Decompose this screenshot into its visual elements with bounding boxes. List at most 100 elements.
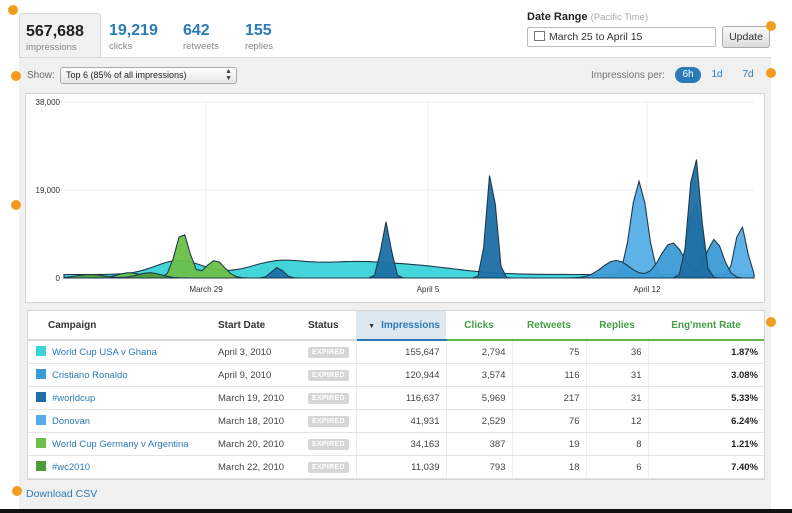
y-tick-label: 19,000 [36,186,61,195]
x-tick-label: April 5 [417,285,440,294]
retweets-count: 642 [183,22,210,39]
campaign-link[interactable]: World Cup Germany v Argentina [52,439,189,450]
engagement-rate-cell: 1.21% [647,432,764,456]
campaign-link[interactable]: Cristiano Ronaldo [52,370,128,381]
impressions-chart-svg: 38,000 19,000 0 March 29 April 5 April 12 [36,98,755,294]
series-color-swatch [36,461,46,471]
replies-cell: 8 [585,432,648,456]
replies-cell: 36 [585,340,648,364]
header-impressions-label: Impressions [381,319,440,331]
calendar-icon [534,31,545,41]
campaign-cell: World Cup USA v Ghana [28,340,212,364]
start-date-cell: March 19, 2010 [212,386,302,410]
campaign-table: Campaign Start Date Status ▼ Impressions … [27,310,765,480]
header-engagement-rate[interactable]: Eng'ment Rate [648,311,764,341]
header-start-date[interactable]: Start Date [212,311,302,341]
annotation-dot [11,200,21,210]
annotation-dot [766,317,776,327]
start-date-cell: April 3, 2010 [212,340,302,364]
bottom-bar [0,509,792,513]
status-badge: EXPIRED [308,347,349,358]
clicks-cell: 793 [445,455,512,479]
download-csv-link[interactable]: Download CSV [26,488,97,500]
start-date-cell: March 22, 2010 [212,455,302,479]
start-date-cell: March 18, 2010 [212,409,302,433]
retweets-cell: 19 [511,432,586,456]
table-row: #wc2010 March 22, 2010 EXPIRED 11,039 793 18 6… [28,455,764,479]
status-badge: EXPIRED [308,439,349,450]
y-tick-label: 38,000 [36,98,61,107]
tab-clicks[interactable]: 19,219 clicks [109,13,158,57]
campaign-link[interactable]: Donovan [52,416,90,427]
table-row: Cristiano Ronaldo April 9, 2010 EXPIRED 120… [28,363,764,387]
x-tick-label: March 29 [189,285,223,294]
date-range-value: March 25 to April 15 [549,31,643,43]
series-color-swatch [36,415,46,425]
clicks-cell: 5,969 [445,386,512,410]
interval-6h-button[interactable]: 6h [675,67,701,83]
x-tick-label: April 12 [633,285,661,294]
annotation-dot [766,68,776,78]
show-select-value: Top 6 (85% of all impressions) [66,70,187,80]
date-range-label: Date Range [527,11,588,23]
impressions-cell: 116,637 [355,386,446,410]
header-status[interactable]: Status [302,311,356,341]
status-cell: EXPIRED [302,340,356,364]
tab-impressions[interactable]: 567,688 impressions [19,13,101,58]
header-impressions[interactable]: ▼ Impressions [356,311,446,341]
engagement-rate-cell: 7.40% [647,455,764,479]
date-range-input[interactable]: March 25 to April 15 [527,27,716,47]
campaign-link[interactable]: World Cup USA v Ghana [52,347,157,358]
retweets-cell: 75 [511,340,586,364]
update-button[interactable]: Update [722,26,770,48]
impressions-cell: 34,163 [355,432,446,456]
campaign-link[interactable]: #worldcup [52,393,95,404]
impressions-count: 567,688 [26,23,84,40]
table-row: World Cup USA v Ghana April 3, 2010 EXPIRE… [28,340,764,364]
campaign-link[interactable]: #wc2010 [52,462,90,473]
header-clicks[interactable]: Clicks [446,311,512,341]
replies-count: 155 [245,22,272,39]
interval-1d-button[interactable]: 1d [709,67,725,83]
clicks-cell: 2,794 [445,340,512,364]
impressions-cell: 41,931 [355,409,446,433]
impressions-cell: 120,944 [355,363,446,387]
annotation-dot [766,21,776,31]
status-badge: EXPIRED [308,393,349,404]
series-color-swatch [36,369,46,379]
tab-replies[interactable]: 155 replies [245,13,273,57]
table-row: World Cup Germany v Argentina March 20, 2… [28,432,764,456]
header-replies[interactable]: Replies [586,311,648,341]
status-badge: EXPIRED [308,462,349,473]
timezone-label: (Pacific Time) [590,12,649,23]
clicks-cell: 2,529 [445,409,512,433]
replies-cell: 31 [585,386,648,410]
interval-7d-button[interactable]: 7d [740,67,756,83]
header-campaign[interactable]: Campaign [28,311,212,341]
clicks-cell: 3,574 [445,363,512,387]
campaign-cell: #worldcup [28,386,212,410]
analytics-dashboard: 567,688 impressions 19,219 clicks 642 re… [0,0,792,513]
tab-retweets[interactable]: 642 retweets [183,13,219,57]
show-label: Show: [27,70,55,81]
impressions-chart: 38,000 19,000 0 March 29 April 5 April 12 [25,93,765,303]
sort-desc-icon: ▼ [368,322,376,330]
annotation-dot [12,486,22,496]
show-select[interactable]: Top 6 (85% of all impressions) ▲ ▼ [60,67,237,84]
engagement-rate-cell: 1.87% [647,340,764,364]
annotation-dot [8,5,18,15]
engagement-rate-cell: 5.33% [647,386,764,410]
annotation-dot [11,71,21,81]
status-cell: EXPIRED [302,363,356,387]
table-row: Donovan March 18, 2010 EXPIRED 41,931 2,529 7… [28,409,764,433]
select-arrows-icon: ▲ ▼ [225,68,232,82]
campaign-cell: Cristiano Ronaldo [28,363,212,387]
start-date-cell: April 9, 2010 [212,363,302,387]
replies-cell: 31 [585,363,648,387]
retweets-cell: 18 [511,455,586,479]
replies-cell: 12 [585,409,648,433]
header-retweets[interactable]: Retweets [512,311,586,341]
impressions-per-label: Impressions per: [591,70,665,81]
y-tick-label: 0 [56,274,61,283]
campaign-cell: #wc2010 [28,455,212,479]
